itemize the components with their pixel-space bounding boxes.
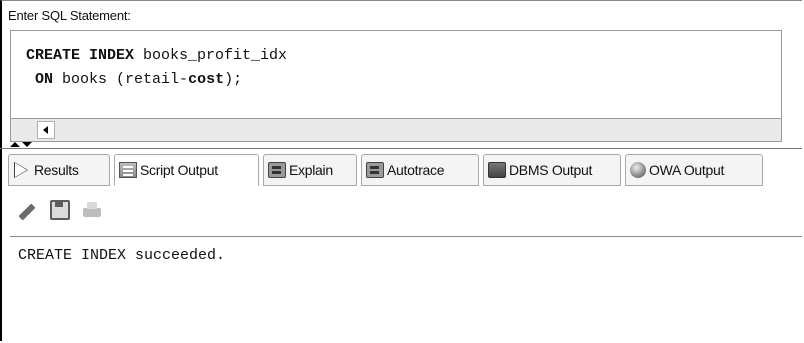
code-text: books_profit_idx (134, 47, 288, 64)
code-line-1: CREATE INDEX books_profit_idx (26, 44, 287, 68)
divider (0, 148, 802, 149)
sql-code[interactable]: CREATE INDEX books_profit_idx ON books (… (26, 44, 287, 92)
horizontal-scrollbar[interactable] (10, 118, 782, 142)
eraser-icon[interactable] (16, 200, 36, 220)
code-text: books (retail- (53, 71, 189, 88)
script-output-panel: CREATE INDEX succeeded. (10, 236, 802, 342)
output-toolbar (10, 196, 210, 226)
sql-statement-label: Enter SQL Statement: (8, 8, 131, 23)
script-icon (119, 162, 137, 178)
output-tabs: Results Script Output Explain Autotrace … (8, 154, 798, 188)
output-message: CREATE INDEX succeeded. (18, 247, 226, 264)
scroll-left-icon[interactable] (37, 121, 55, 139)
arrow-up-icon[interactable] (10, 142, 20, 147)
tab-owa-output[interactable]: OWA Output (625, 154, 763, 186)
tab-explain[interactable]: Explain (263, 154, 357, 186)
dbms-icon (488, 162, 506, 178)
tab-label: OWA Output (649, 162, 725, 178)
tab-label: DBMS Output (509, 162, 593, 178)
keyword: ON (35, 71, 54, 88)
tab-label: Explain (289, 162, 333, 178)
keyword: CREATE INDEX (26, 47, 135, 64)
explain-icon (268, 162, 286, 178)
code-text: ); (224, 71, 243, 88)
autotrace-icon (366, 162, 384, 178)
tab-dbms-output[interactable]: DBMS Output (483, 154, 621, 186)
save-icon[interactable] (50, 200, 70, 220)
tab-results[interactable]: Results (8, 154, 110, 186)
globe-icon (630, 162, 646, 178)
play-icon (13, 162, 31, 178)
tab-label: Results (34, 162, 79, 178)
keyword: cost (188, 71, 225, 88)
tab-label: Script Output (140, 162, 218, 178)
print-icon[interactable] (82, 200, 102, 220)
tab-label: Autotrace (387, 162, 445, 178)
tab-autotrace[interactable]: Autotrace (361, 154, 479, 186)
tab-script-output[interactable]: Script Output (114, 154, 259, 186)
arrow-down-icon[interactable] (22, 142, 32, 147)
code-line-2: ON books (retail-cost); (26, 68, 287, 92)
